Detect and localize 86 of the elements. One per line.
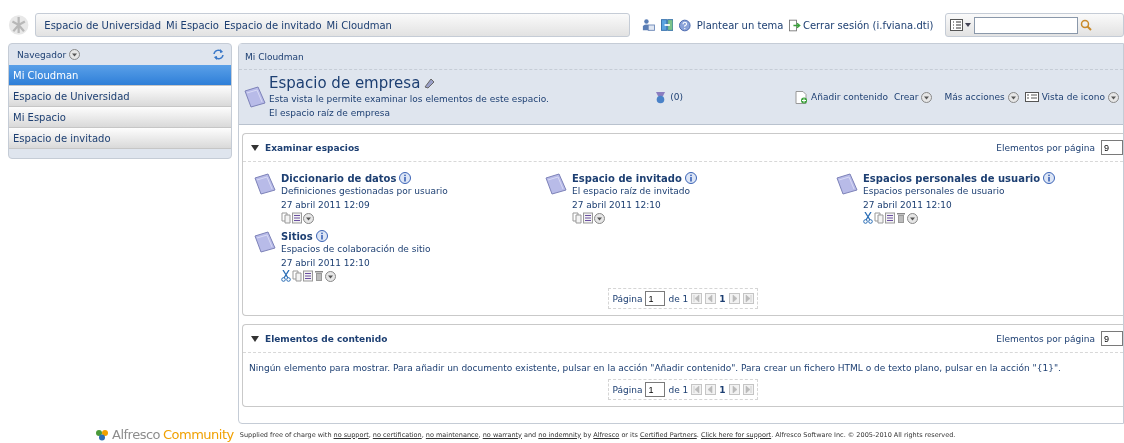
trash-icon[interactable] [314, 270, 324, 282]
brand-edition: Community [163, 427, 234, 442]
space-date: 27 abril 2011 12:09 [281, 199, 371, 212]
space-description: Espacios personales de usuario [863, 185, 1006, 198]
space-name[interactable]: Espacio de invitado [572, 172, 682, 184]
breadcrumb-link[interactable]: Mi Cloudman [326, 19, 392, 31]
folder-icon [253, 172, 277, 196]
space-description: Esta vista le permite examinar los elementos de este espacio. [269, 93, 549, 106]
panel-title: Elementos de contenido [265, 333, 388, 344]
space-name[interactable]: Diccionario de datos [281, 172, 397, 184]
current-page: 1 [719, 293, 726, 304]
breadcrumb-link[interactable]: Mi Espacio [166, 19, 219, 31]
empty-message: Ningún elemento para mostrar. Para añadir un documento existente, pulsar en la acción "Añadir contenido". Para crear un fichero HTML o de texto plano, pulsar en la acción "{1}". [248, 362, 1062, 373]
details-icon[interactable] [885, 212, 895, 224]
breadcrumb-link[interactable]: Espacio de Universidad [44, 19, 161, 31]
action-link[interactable]: Añadir contenido [811, 92, 888, 102]
scissors-icon[interactable] [863, 212, 873, 224]
space-description: Espacios de colaboración de sitio [281, 243, 431, 256]
add-content-icon[interactable] [795, 90, 809, 104]
page-label: Página [612, 293, 643, 304]
page-input[interactable]: 1 [645, 291, 666, 306]
space-title: Espacio de empresa [269, 74, 421, 92]
page-label: Página [612, 384, 643, 395]
trash-icon[interactable] [896, 212, 906, 224]
more-actions-icon[interactable] [594, 212, 605, 224]
more-actions-icon[interactable] [303, 212, 314, 224]
info-icon[interactable] [1043, 172, 1056, 184]
brand-name: Alfresco [112, 427, 160, 442]
space-date: 27 abril 2011 12:10 [863, 199, 953, 212]
users-icon[interactable] [642, 18, 655, 32]
space-name[interactable]: Espacios personales de usuario [863, 172, 1041, 184]
view-icon[interactable] [1024, 92, 1039, 102]
space-name[interactable]: Sitios [281, 230, 313, 242]
space-date: 27 abril 2011 12:10 [281, 257, 371, 270]
space-date: 27 abril 2011 12:10 [572, 199, 662, 212]
search-icon[interactable] [1080, 19, 1093, 31]
transfer-icon[interactable] [660, 18, 674, 32]
action-link[interactable]: Crear [893, 92, 919, 102]
refresh-icon[interactable] [212, 48, 225, 61]
action-link[interactable]: Más acciones [944, 92, 1005, 102]
page-count: de 1 [668, 293, 689, 304]
more-actions-icon[interactable] [907, 212, 918, 224]
per-page-label: Elementos por página [996, 142, 1095, 153]
navigator-item[interactable]: Espacio de Universidad [9, 86, 231, 107]
logo-icon [95, 428, 109, 441]
breadcrumb-link[interactable]: Espacio de invitado [224, 19, 322, 31]
breadcrumb[interactable]: Mi Cloudman [245, 51, 304, 62]
details-icon[interactable] [303, 270, 313, 282]
per-page-input[interactable]: 9 [1101, 331, 1123, 346]
help-icon[interactable] [679, 18, 691, 32]
info-icon[interactable] [315, 230, 328, 242]
more-actions-icon[interactable] [325, 270, 336, 282]
info-icon[interactable] [399, 172, 412, 184]
dropdown-icon[interactable] [921, 91, 933, 103]
space-description: El espacio raíz de invitado [572, 185, 692, 198]
logout-icon[interactable] [789, 18, 801, 32]
info-icon[interactable] [684, 172, 697, 184]
dropdown-icon[interactable] [1108, 91, 1119, 103]
space-description: Definiciones gestionadas por usuario [281, 185, 448, 198]
collapse-icon[interactable] [251, 143, 259, 152]
per-page-input[interactable]: 9 [1101, 140, 1123, 155]
folder-icon [835, 172, 859, 196]
dropdown-icon[interactable] [1007, 91, 1019, 103]
navigator-item[interactable]: Mi Espacio [9, 107, 231, 128]
action-link[interactable]: Vista de icono [1041, 92, 1105, 102]
details-icon[interactable] [292, 212, 302, 224]
rules-count: (0) [670, 92, 684, 102]
space-subtitle: El espacio raíz de empresa [269, 107, 391, 120]
navigator-item[interactable]: Espacio de invitado [9, 128, 231, 149]
navigator-title: Navegador [17, 49, 67, 60]
dropdown-icon[interactable] [69, 49, 81, 60]
search-field[interactable] [974, 16, 1079, 34]
folder-icon [243, 85, 267, 109]
details-icon[interactable] [583, 212, 593, 224]
scissors-icon[interactable] [281, 270, 291, 282]
folder-icon [544, 172, 568, 196]
page-count: de 1 [668, 384, 689, 395]
page-input[interactable]: 1 [645, 382, 666, 397]
help-link[interactable]: Plantear un tema [696, 19, 784, 31]
collapse-icon[interactable] [251, 334, 259, 343]
search-options-icon[interactable] [950, 19, 973, 31]
folder-icon [253, 230, 277, 254]
logout-link[interactable]: Cerrar sesión (i.fviana.dti) [802, 19, 934, 31]
panel-title: Examinar espacios [265, 142, 360, 153]
per-page-label: Elementos por página [996, 333, 1095, 344]
current-page: 1 [719, 384, 726, 395]
